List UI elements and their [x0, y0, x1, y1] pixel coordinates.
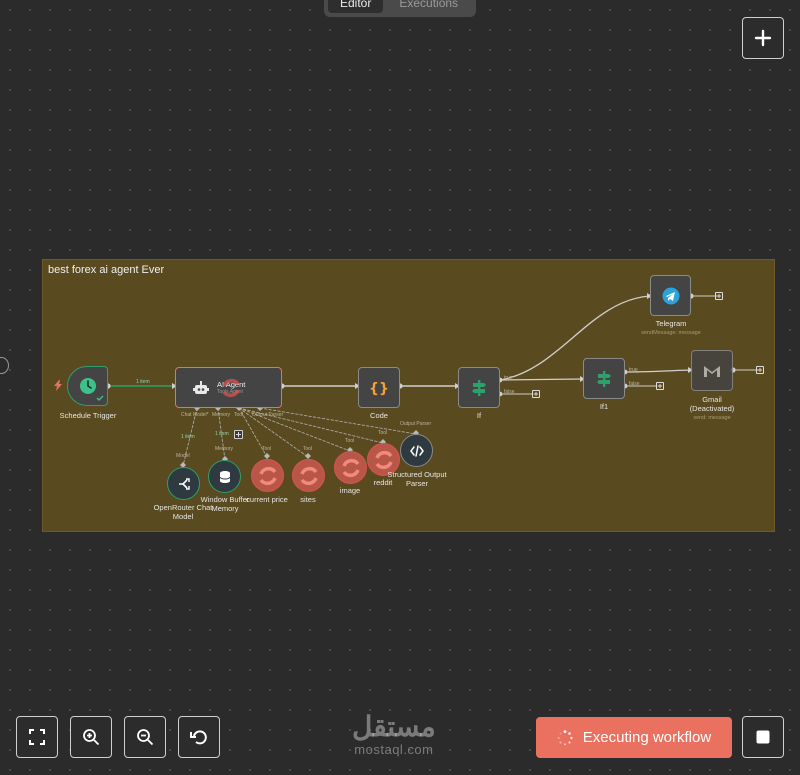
watermark-latin: mostaql.com [354, 742, 434, 757]
edge-label-agent-memory: 1 item [215, 431, 229, 437]
panel-toggle-handle[interactable] [0, 357, 9, 374]
stop-execution-button[interactable] [742, 716, 784, 758]
structured-parser-label-line2: Parser [405, 479, 429, 488]
openrouter-icon [178, 477, 190, 490]
edge-label-agent-model: 1 item [181, 434, 195, 440]
execute-workflow-button[interactable]: Executing workflow [536, 717, 732, 758]
svg-text:{}: {} [370, 381, 388, 397]
telegram-node[interactable] [650, 275, 691, 316]
ai-agent-node[interactable]: AI Agent Tools Agent [175, 367, 282, 408]
window-buffer-label-line2: Memory [211, 504, 239, 513]
code-label: Code [370, 411, 388, 420]
if1-false-add-button[interactable] [656, 382, 664, 390]
add-tool-button[interactable] [234, 430, 243, 439]
tool-port-label-3: Tool [345, 438, 355, 444]
robot-icon [193, 380, 209, 394]
tool-port-label-1: Tool [262, 446, 272, 452]
zoom-in-icon [83, 729, 100, 746]
tab-editor[interactable]: Editor [328, 0, 384, 13]
plus-icon [658, 384, 662, 388]
watermark: مستقل mostaql.com [352, 711, 436, 758]
model-port-label: Model [176, 453, 190, 459]
plus-icon [754, 29, 772, 47]
port-output-parser-label: Output Parser [252, 412, 284, 418]
if1-label: If1 [599, 402, 609, 411]
split-sign-icon [472, 379, 486, 396]
tool-port-label-4: Tool [378, 430, 388, 436]
view-tabs: Editor Executions [324, 0, 476, 17]
code-tags-icon [409, 444, 424, 457]
tab-executions[interactable]: Executions [387, 0, 470, 13]
if1-false-label: false [629, 381, 640, 387]
telegram-subtitle: sendMessage: message [641, 330, 701, 336]
lightning-icon [54, 380, 62, 391]
plus-icon [717, 294, 721, 298]
stop-icon [756, 730, 770, 744]
fit-view-button[interactable] [16, 716, 58, 758]
watermark-arabic: مستقل [352, 711, 436, 742]
gmail-label: Gmail [702, 395, 722, 404]
spinner-icon [557, 729, 573, 745]
plus-icon [534, 392, 538, 396]
http-request-icon [299, 466, 318, 485]
output-parser-port-label: Output Parser [400, 421, 432, 427]
edge-label-trigger-agent: 1 item [136, 379, 150, 385]
telegram-add-button[interactable] [715, 292, 723, 300]
openrouter-label-line2: Model [172, 512, 194, 521]
fit-view-icon [29, 729, 45, 745]
structured-parser-label: Structured Output [387, 470, 447, 479]
telegram-label: Telegram [655, 319, 687, 328]
sticky-note-title: best forex ai agent Ever [48, 264, 165, 276]
window-buffer-node[interactable] [208, 460, 241, 493]
http-request-icon [374, 450, 393, 469]
image-label: image [339, 486, 361, 495]
plus-icon [236, 432, 241, 437]
execute-workflow-label: Executing workflow [582, 729, 712, 746]
zoom-out-button[interactable] [124, 716, 166, 758]
split-sign-icon [597, 370, 611, 387]
current-price-tool-node[interactable] [251, 459, 284, 492]
gmail-node[interactable] [691, 350, 733, 391]
gmail-icon [704, 365, 720, 377]
memory-port-label: Memory [215, 446, 234, 452]
loading-spinner-icon [222, 379, 240, 397]
if-node[interactable] [458, 367, 500, 408]
gmail-label-line2: (Deactivated) [689, 404, 735, 413]
plus-icon [758, 368, 762, 372]
add-node-button[interactable] [742, 17, 784, 59]
database-icon [219, 470, 230, 483]
if1-node[interactable] [583, 358, 625, 399]
port-tool-label: Tool [234, 412, 244, 418]
schedule-trigger-node[interactable] [67, 366, 108, 406]
undo-icon [190, 730, 207, 745]
port-chat-model-label: Chat Model* [181, 412, 209, 418]
if-false-add-button[interactable] [532, 390, 540, 398]
reset-zoom-button[interactable] [178, 716, 220, 758]
clock-icon [79, 378, 96, 394]
zoom-out-icon [137, 729, 154, 746]
if1-true-label: true [629, 367, 638, 373]
zoom-in-button[interactable] [70, 716, 112, 758]
schedule-trigger-label: Schedule Trigger [59, 411, 117, 420]
http-request-icon [258, 466, 277, 485]
structured-parser-node[interactable] [400, 434, 433, 467]
tool-port-label-2: Tool [303, 446, 313, 452]
if-true-label: true [504, 375, 513, 381]
gmail-subtitle: send: message [693, 415, 731, 421]
code-node[interactable]: {} [358, 367, 400, 408]
success-check-icon [96, 395, 104, 401]
if-label: If [476, 411, 482, 420]
curly-braces-icon: {} [370, 381, 388, 397]
if-false-label: false [504, 389, 515, 395]
http-request-icon [341, 458, 360, 477]
sites-label: sites [300, 495, 316, 504]
port-memory-label: Memory [212, 412, 231, 418]
gmail-add-button[interactable] [756, 366, 764, 374]
telegram-icon [662, 287, 679, 304]
